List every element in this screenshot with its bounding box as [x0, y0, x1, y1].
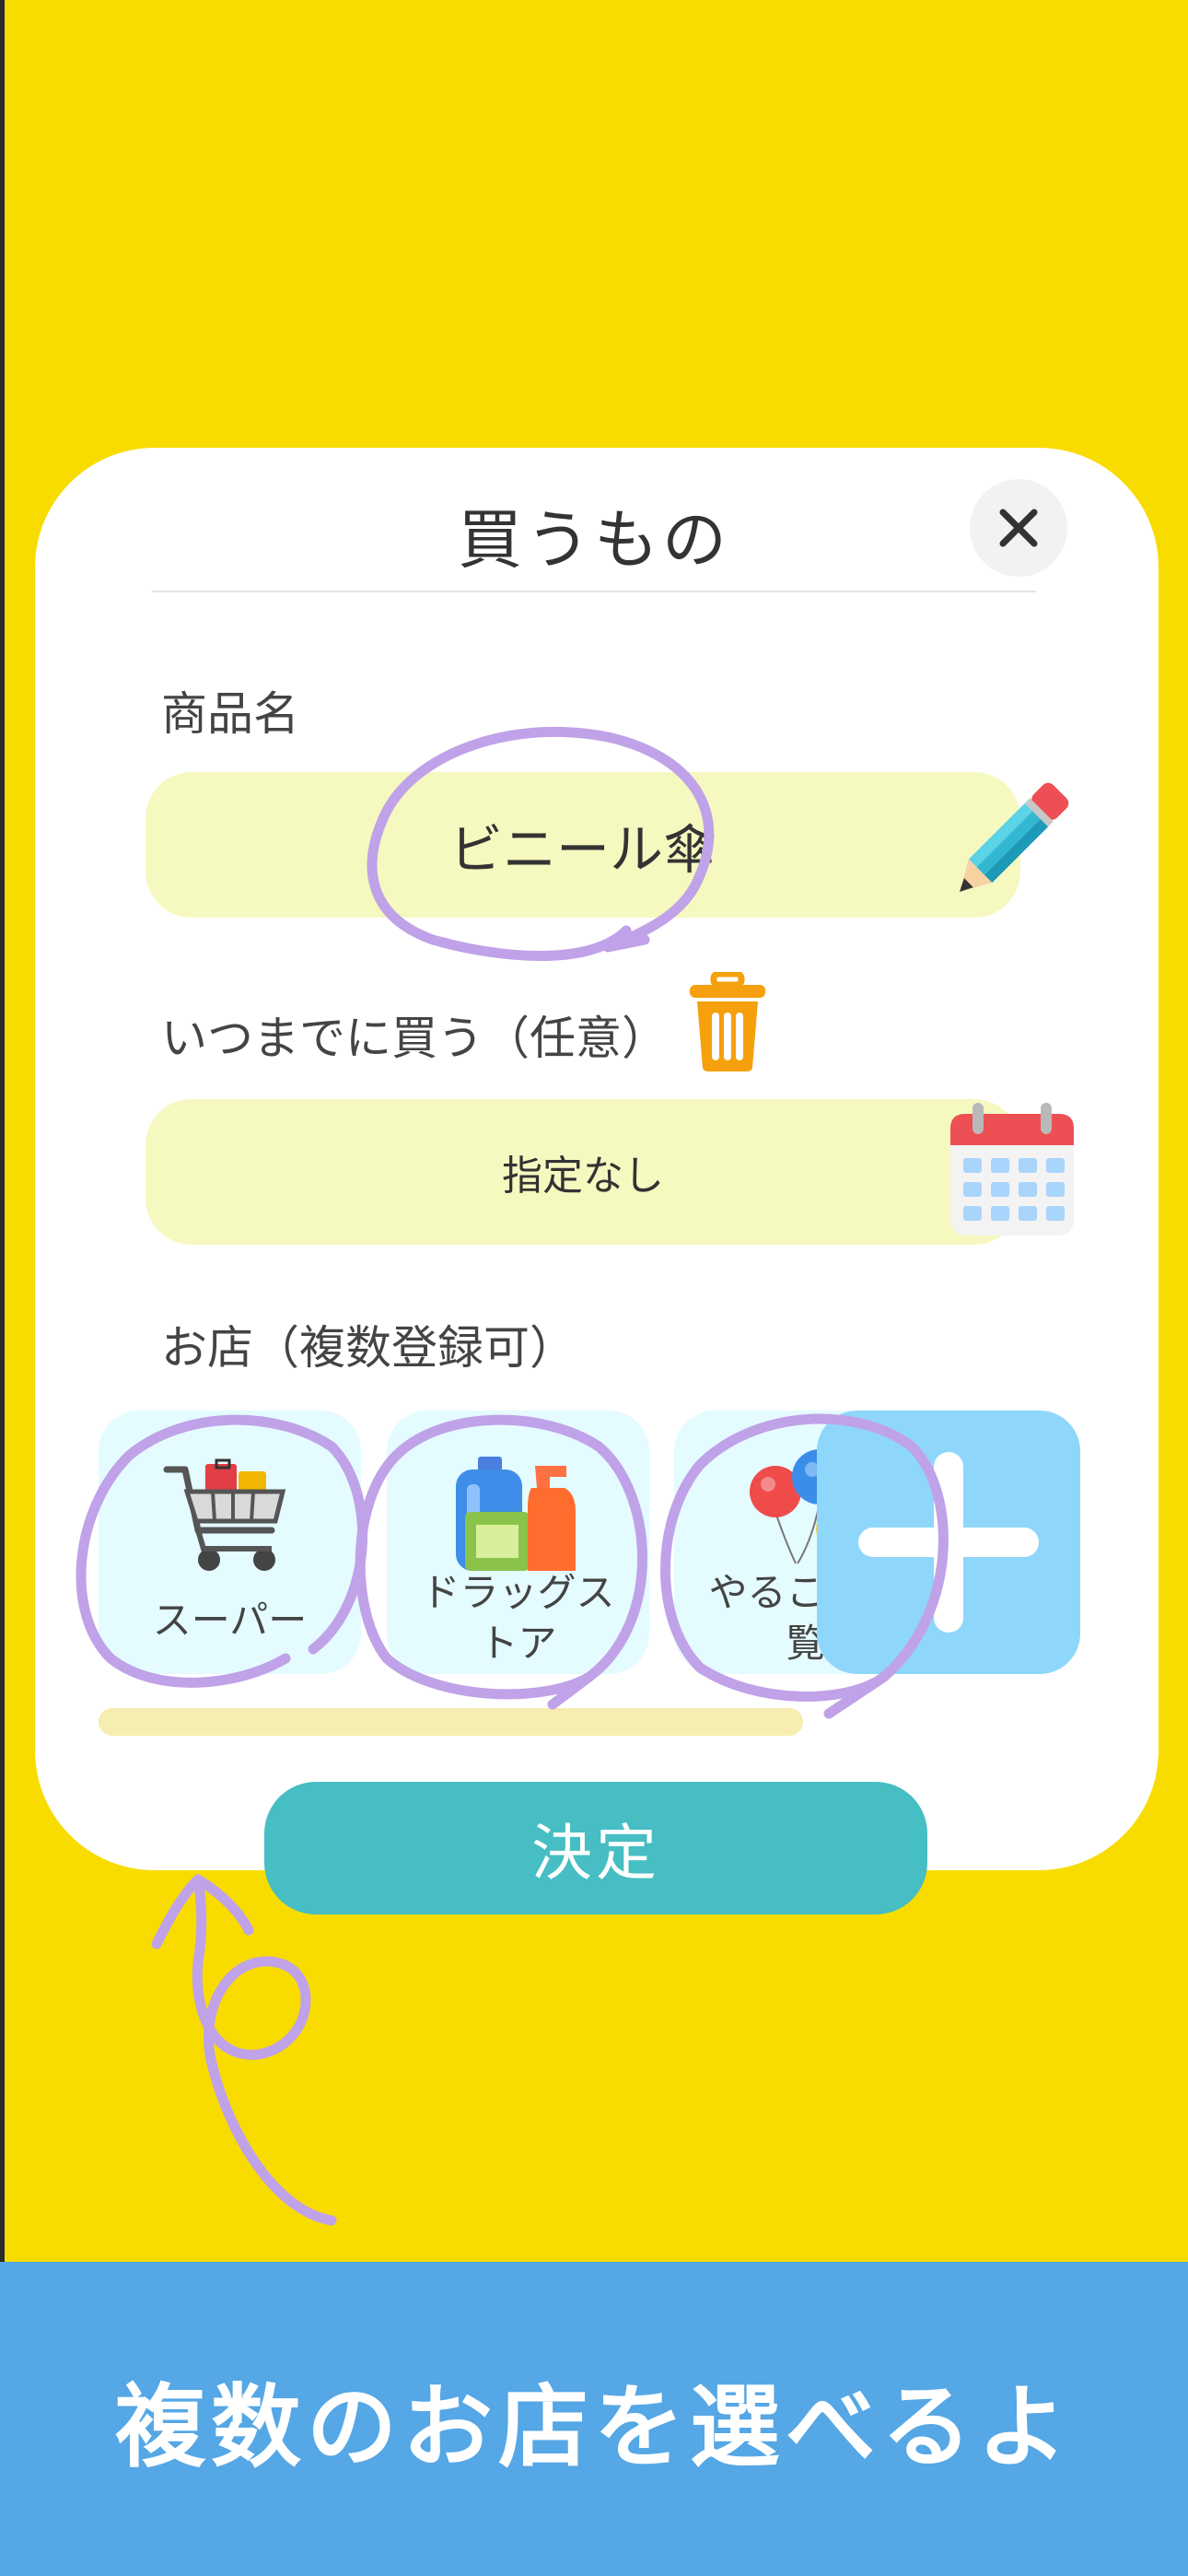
plus-icon: [858, 1452, 1039, 1633]
store-label: ドラッグス トア: [421, 1570, 615, 1666]
deadline-field[interactable]: 指定なし: [146, 1099, 1020, 1245]
confirm-button[interactable]: 決定: [264, 1782, 927, 1914]
close-button[interactable]: [970, 479, 1067, 577]
deadline-value: 指定なし: [502, 1153, 664, 1200]
stores-label: お店（複数登録可）: [161, 1321, 576, 1375]
pencil-icon[interactable]: [939, 774, 1077, 912]
deadline-label: いつまでに買う（任意）: [161, 1012, 668, 1065]
screen-edge: [0, 0, 5, 2262]
store-label: スーパー: [152, 1598, 308, 1643]
product-name-field[interactable]: ビニール傘: [146, 772, 1020, 918]
calendar-icon[interactable]: [949, 1101, 1076, 1237]
caption-text: 複数のお店を選べるよ: [114, 2374, 1073, 2480]
shopping-cart-icon: [163, 1458, 286, 1571]
caption-banner: 複数のお店を選べるよ: [0, 2262, 1188, 2576]
product-name-label: 商品名: [161, 687, 299, 741]
close-icon: [999, 509, 1038, 547]
store-tile-drugstore[interactable]: ドラッグス トア: [387, 1411, 649, 1674]
annotation-arrow: [151, 1874, 337, 2226]
detergent-bottles-icon: [456, 1457, 576, 1571]
trash-icon[interactable]: [686, 972, 769, 1073]
title-divider: [152, 591, 1036, 592]
add-store-button[interactable]: [817, 1411, 1080, 1674]
product-name-value: ビニール傘: [448, 818, 716, 881]
store-tile-supermarket[interactable]: スーパー: [99, 1411, 361, 1674]
stores-scrollbar[interactable]: [99, 1708, 803, 1736]
